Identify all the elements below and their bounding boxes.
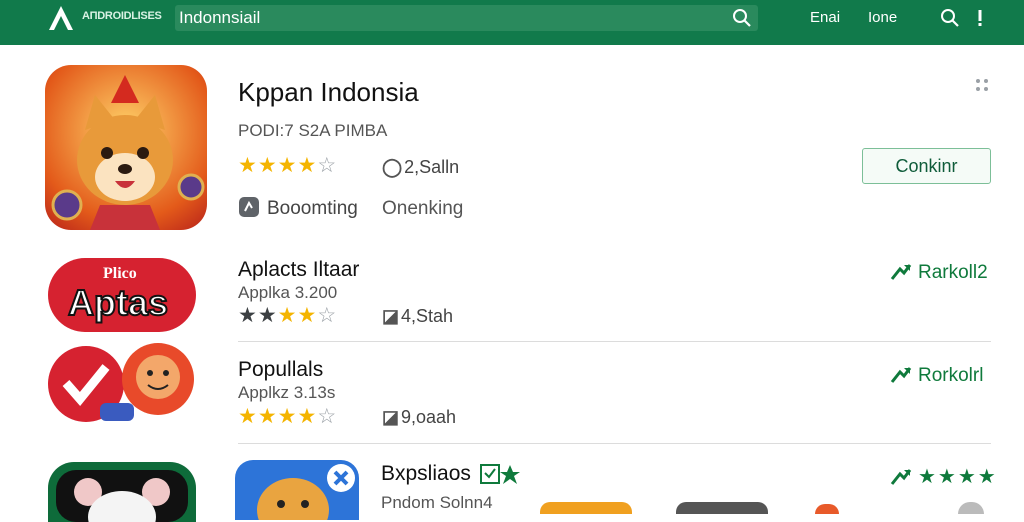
list-item-meta: Applkz 3.13s xyxy=(238,383,336,402)
list-item-action[interactable]: Rorkolrl xyxy=(890,365,983,387)
list-app-icon-1[interactable]: Plico Aptas xyxy=(48,258,196,332)
search-icon[interactable] xyxy=(732,8,752,28)
aptas-logo-icon: Plico Aptas xyxy=(67,265,169,324)
row-divider xyxy=(238,341,991,342)
help-icon[interactable] xyxy=(958,502,984,514)
brand-name: AΠDROIDLISES xyxy=(82,10,162,22)
trending-arrow-icon xyxy=(890,367,912,383)
screenshot-thumb[interactable] xyxy=(676,502,768,514)
list-app-icon-3[interactable] xyxy=(48,462,196,522)
featured-tag-right: Onenking xyxy=(382,198,464,219)
row-divider xyxy=(238,443,991,444)
search-input[interactable]: Indonnsiail xyxy=(179,8,260,28)
list-item-stars: ★★★★☆ xyxy=(238,405,338,428)
screenshot-thumb[interactable] xyxy=(540,502,632,514)
list-item-meta: Applka 3.200 xyxy=(238,283,338,302)
list-item-name[interactable]: Popullals xyxy=(238,358,323,382)
store-logo-icon[interactable] xyxy=(46,3,76,33)
booking-icon xyxy=(239,197,259,217)
list-item-rating: ★★★★ xyxy=(890,464,998,489)
screenshot-thumb[interactable] xyxy=(815,504,839,514)
mouse-mascot-icon xyxy=(56,470,188,522)
list-item-name[interactable]: Bxpsliaos xyxy=(381,462,471,486)
svg-text:Plico: Plico xyxy=(103,265,137,282)
nav-link-email[interactable]: Enai xyxy=(810,9,840,26)
trending-arrow-icon xyxy=(890,469,912,485)
trending-arrow-icon xyxy=(890,264,912,280)
featured-app-icon[interactable] xyxy=(45,65,207,230)
hamster-icon xyxy=(257,464,355,520)
list-app-icon-2[interactable] xyxy=(48,343,196,425)
editors-choice-icon xyxy=(480,464,520,484)
list-item-count: ◪ 9,oaah xyxy=(382,407,457,427)
alert-icon[interactable] xyxy=(970,8,990,28)
nav-link-home[interactable]: Ione xyxy=(868,9,897,26)
list-item-count: ◪ 4,Stah xyxy=(382,306,454,326)
more-options-icon[interactable] xyxy=(975,78,989,92)
featured-rating-stars: ★★★★☆ xyxy=(238,154,338,177)
list-item-meta: Pndom Solnn4 xyxy=(381,493,493,512)
featured-install-button[interactable]: Conkinr xyxy=(862,148,991,184)
list-item-name[interactable]: Aplacts Iltaar xyxy=(238,258,359,282)
top-bar: AΠDROIDLISES Indonnsiail Enai Ione xyxy=(0,0,1024,45)
featured-app-title[interactable]: Kppan Indonsia xyxy=(238,77,419,108)
check-mascot-icon xyxy=(48,343,194,422)
list-app-icon-4[interactable] xyxy=(235,460,359,520)
featured-tag-left: Booomting xyxy=(267,198,358,219)
list-item-action[interactable]: Rarkoll2 xyxy=(890,262,988,284)
search-bar[interactable]: Indonnsiail xyxy=(175,5,758,31)
svg-text:Aptas: Aptas xyxy=(68,282,168,323)
search-icon[interactable] xyxy=(940,8,960,28)
featured-rating-count: ◯ 2,Salln xyxy=(382,157,460,177)
featured-app-subtitle: PODI:7 S2A PIMBA xyxy=(238,121,388,140)
shiba-dog-icon xyxy=(51,75,205,230)
list-item-stars: ★★★★☆ xyxy=(238,304,338,327)
